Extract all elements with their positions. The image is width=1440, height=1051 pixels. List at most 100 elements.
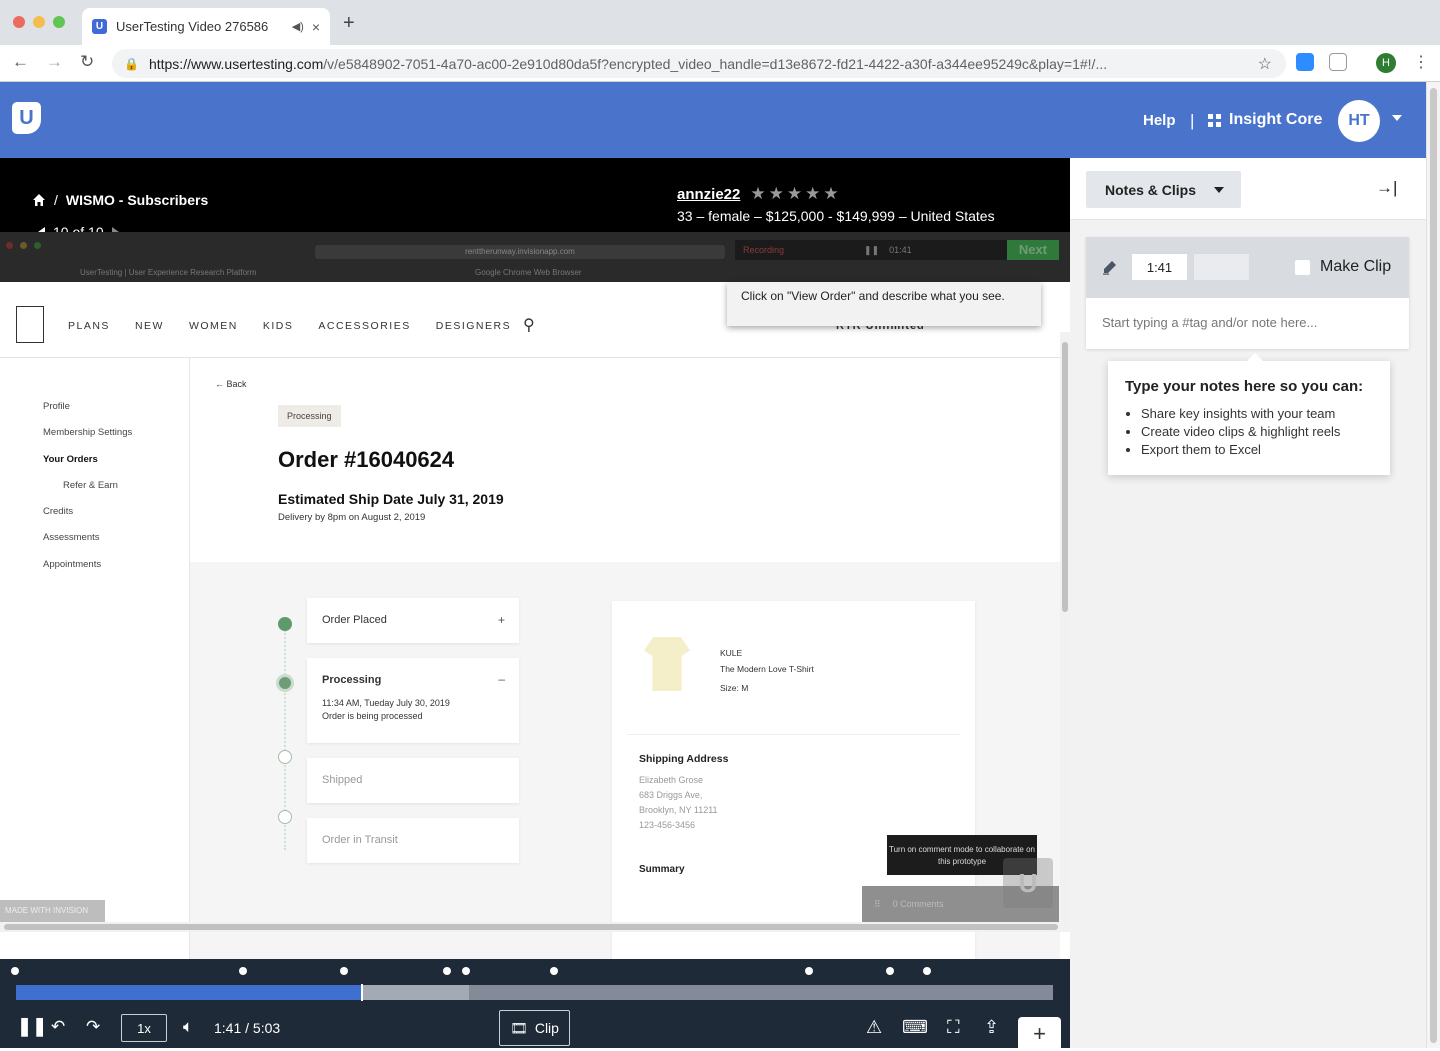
reload-icon[interactable]: ↻: [80, 52, 94, 72]
time-display: 1:41 / 5:03: [214, 1020, 280, 1036]
video-player[interactable]: / WISMO - Subscribers 10 of 10 annzie22★…: [0, 158, 1070, 1048]
pause-icon[interactable]: ❚❚: [17, 1016, 47, 1037]
extension-grid-icon[interactable]: [1329, 53, 1347, 71]
speaker-icon[interactable]: ◀): [292, 20, 304, 33]
warning-icon[interactable]: ⚠︎: [866, 1017, 882, 1038]
forward-arrow-icon[interactable]: →: [46, 52, 63, 72]
chevron-down-icon: [1214, 187, 1224, 193]
close-window-button[interactable]: [13, 16, 25, 28]
task-instruction-tooltip: Click on "View Order" and describe what …: [727, 282, 1041, 326]
rewind-5-icon[interactable]: ↶: [51, 1017, 65, 1037]
account-nav-item: Membership Settings: [43, 427, 133, 439]
page-scrollbar-thumb[interactable]: [1430, 88, 1437, 1043]
playback-speed-button[interactable]: 1x: [121, 1014, 167, 1042]
make-clip-label[interactable]: Make Clip: [1320, 258, 1391, 276]
bookmark-star-icon[interactable]: ☆: [1258, 54, 1272, 74]
tab-close-button[interactable]: ×: [312, 19, 320, 35]
fullscreen-icon[interactable]: ⛶: [947, 1017, 960, 1038]
tester-username[interactable]: annzie22: [677, 186, 740, 203]
processing-badge: Processing: [278, 405, 341, 427]
help-link[interactable]: Help: [1143, 112, 1176, 129]
clip-button[interactable]: 🎞︎ Clip: [499, 1010, 570, 1046]
progress-bar[interactable]: [16, 984, 1053, 1001]
step-current-icon: [276, 674, 294, 692]
film-icon: 🎞︎: [510, 1019, 528, 1036]
shipping-address: Elizabeth Grose 683 Driggs Ave, Brooklyn…: [639, 773, 718, 833]
add-button[interactable]: +: [1018, 1017, 1061, 1051]
note-start-time[interactable]: 1:41: [1132, 254, 1187, 280]
profile-avatar[interactable]: H: [1376, 53, 1396, 73]
duration: 5:03: [252, 1020, 281, 1036]
browser-menu-icon[interactable]: ⋮: [1413, 52, 1429, 72]
notes-clips-label: Notes & Clips: [1105, 181, 1197, 198]
step-complete-icon: [278, 617, 292, 631]
site-header-divider: [0, 357, 1060, 358]
estimated-ship-date: Estimated Ship Date July 31, 2019: [278, 491, 504, 507]
plus-icon: +: [497, 613, 505, 627]
note-marker[interactable]: [885, 967, 894, 975]
note-marker[interactable]: [10, 967, 19, 975]
step-pending-icon: [278, 750, 292, 764]
url-field[interactable]: 🔒 https://www.usertesting.com/v/e5848902…: [112, 49, 1286, 78]
step-label: Order in Transit: [322, 834, 398, 846]
user-avatar[interactable]: HT: [1338, 100, 1380, 142]
make-clip-checkbox[interactable]: [1295, 260, 1310, 275]
maximize-window-button[interactable]: [53, 16, 65, 28]
notes-side-panel: Notes & Clips →| 1:41 Make Clip Start ty…: [1070, 158, 1426, 1048]
note-marker[interactable]: [340, 967, 349, 975]
rec-traffic-red: [6, 242, 13, 249]
share-icon[interactable]: ⇪: [984, 1017, 999, 1038]
site-search-icon: ⚲: [523, 317, 535, 334]
zoom-extension-icon[interactable]: [1296, 53, 1314, 71]
site-nav-item: ACCESSORIES: [318, 320, 411, 332]
tester-info: annzie22 ★★★★★ 33 – female – $125,000 - $…: [677, 184, 995, 224]
playhead[interactable]: [361, 984, 364, 1001]
step-label: Processing: [322, 674, 382, 686]
note-marker[interactable]: [442, 967, 451, 975]
note-marker[interactable]: [549, 967, 558, 975]
recording-bar: Recording ❚❚ 01:41 Next: [735, 240, 1059, 260]
site-back-link: ← Back: [215, 379, 247, 389]
usertesting-logo[interactable]: U: [12, 102, 41, 134]
step-label: Shipped: [322, 774, 363, 786]
address-line: Brooklyn, NY 11211: [639, 805, 718, 815]
notes-clips-dropdown[interactable]: Notes & Clips: [1086, 171, 1241, 208]
browser-tab[interactable]: U UserTesting Video 276586 ◀) ×: [82, 8, 330, 45]
forward-5-icon[interactable]: ↷: [86, 1017, 100, 1037]
note-input[interactable]: Start typing a #tag and/or note here...: [1102, 315, 1317, 330]
address-line: Elizabeth Grose: [639, 775, 704, 785]
account-nav-item: Appointments: [43, 558, 102, 570]
new-tab-button[interactable]: +: [343, 12, 355, 35]
minimize-window-button[interactable]: [33, 16, 45, 28]
note-composer: 1:41 Make Clip Start typing a #tag and/o…: [1086, 237, 1409, 349]
note-marker[interactable]: [462, 967, 471, 975]
back-arrow-icon[interactable]: ←: [12, 52, 29, 72]
study-title[interactable]: WISMO - Subscribers: [66, 192, 208, 208]
step-note: Order is being processed: [322, 711, 423, 721]
step-processing: Processing 11:34 AM, Tueday July 30, 201…: [307, 658, 519, 743]
user-menu-caret-icon[interactable]: [1392, 115, 1402, 121]
workspace-switcher[interactable]: Insight Core: [1208, 111, 1322, 129]
page-scrollbar[interactable]: [1426, 82, 1440, 1048]
note-end-time[interactable]: [1194, 254, 1249, 280]
step-label: Order Placed: [322, 614, 387, 626]
tester-demographics: 33 – female – $125,000 - $149,999 – Unit…: [677, 208, 995, 224]
account-nav-item-active: Your Orders: [43, 453, 98, 465]
home-icon[interactable]: [32, 193, 46, 207]
note-marker[interactable]: [804, 967, 813, 975]
note-marker[interactable]: [923, 967, 932, 975]
volume-icon[interactable]: 🔈︎: [183, 1017, 193, 1037]
recording-pause-icon: ❚❚: [864, 244, 880, 255]
collapse-panel-icon[interactable]: →|: [1376, 178, 1397, 198]
keyboard-icon[interactable]: ⌨︎: [902, 1017, 928, 1038]
address-line: 123-456-3456: [639, 820, 696, 830]
shipping-address-label: Shipping Address: [639, 753, 729, 765]
summary-label: Summary: [639, 864, 685, 875]
order-title: Order #16040624: [278, 447, 455, 472]
rtr-logo: [16, 306, 44, 343]
note-marker[interactable]: [238, 967, 247, 975]
tester-rating-stars[interactable]: ★★★★★: [750, 184, 841, 203]
onboarding-item: Create video clips & highlight reels: [1141, 423, 1373, 441]
apps-grid-icon: [1208, 113, 1221, 127]
usertesting-watermark-icon: U: [1003, 858, 1053, 908]
